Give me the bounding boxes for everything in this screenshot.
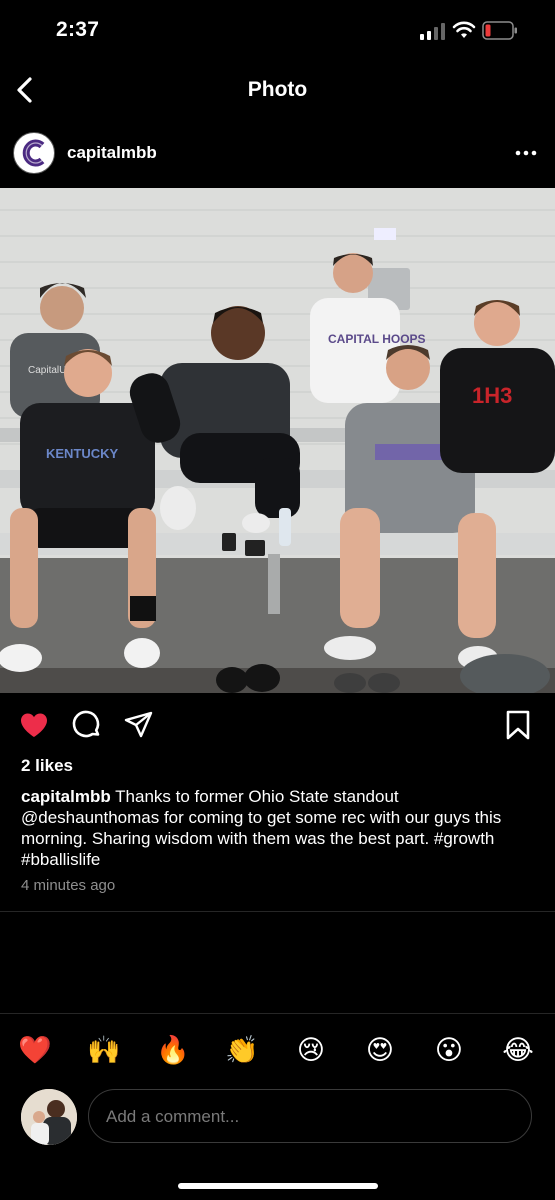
reaction-heart[interactable]: ❤️ <box>15 1030 55 1070</box>
post-caption: capitalmbb Thanks to former Ohio State s… <box>21 786 521 870</box>
comment-placeholder: Add a comment... <box>106 1107 240 1126</box>
cellular-signal-icon <box>420 23 445 40</box>
quick-reactions-bar: ❤️ 🙌 🔥 👏 😢 😍 😮 😂 <box>0 1030 555 1070</box>
share-button[interactable] <box>123 709 155 741</box>
bookmark-icon <box>506 710 530 740</box>
home-indicator[interactable] <box>178 1183 378 1189</box>
status-time: 2:37 <box>56 18 100 41</box>
more-options-button[interactable] <box>512 143 540 163</box>
paper-plane-icon <box>124 711 153 738</box>
comment-input[interactable]: Add a comment... <box>88 1089 532 1143</box>
ellipsis-icon <box>515 150 537 156</box>
reaction-laughing[interactable]: 😂 <box>498 1030 538 1070</box>
user-photo <box>21 1089 77 1145</box>
reaction-crying[interactable]: 😢 <box>291 1030 331 1070</box>
divider <box>0 1013 555 1014</box>
divider <box>0 911 555 912</box>
caption-username[interactable]: capitalmbb <box>21 787 111 806</box>
shirt-text-capital-hoops: CAPITAL HOOPS <box>328 332 426 346</box>
reaction-clap[interactable]: 👏 <box>222 1030 262 1070</box>
capital-logo-icon <box>15 134 53 172</box>
reaction-surprised[interactable]: 😮 <box>429 1030 469 1070</box>
like-button[interactable] <box>18 709 50 741</box>
team-group-photo: CapitalUniv KENTUCKY CAPITAL HOOPS 1H3 <box>0 188 555 693</box>
battery-icon <box>482 21 517 40</box>
reaction-raised-hands[interactable]: 🙌 <box>84 1030 124 1070</box>
shirt-text-1h3: 1H3 <box>472 383 512 408</box>
post-username[interactable]: capitalmbb <box>67 143 157 163</box>
comment-button[interactable] <box>71 709 103 741</box>
likes-count[interactable]: 2 likes <box>21 756 73 776</box>
profile-avatar[interactable] <box>13 132 55 174</box>
reaction-heart-eyes[interactable]: 😍 <box>360 1030 400 1070</box>
current-user-avatar[interactable] <box>21 1089 77 1145</box>
reaction-fire[interactable]: 🔥 <box>153 1030 193 1070</box>
page-title: Photo <box>247 78 308 101</box>
shirt-text-kentucky: KENTUCKY <box>46 446 119 461</box>
save-button[interactable] <box>505 709 531 741</box>
post-photo[interactable]: CapitalUniv KENTUCKY CAPITAL HOOPS 1H3 <box>0 188 555 693</box>
post-timestamp: 4 minutes ago <box>21 877 116 894</box>
wifi-icon <box>452 21 476 38</box>
speech-bubble-icon <box>72 710 100 738</box>
heart-filled-icon <box>21 713 47 737</box>
